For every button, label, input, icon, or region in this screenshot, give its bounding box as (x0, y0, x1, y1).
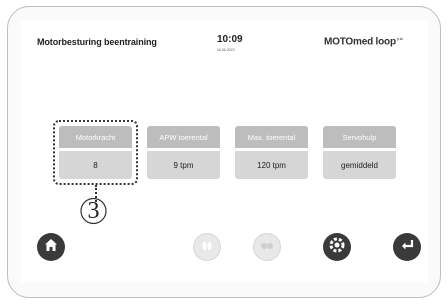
feet-button[interactable] (193, 233, 221, 261)
callout-highlight (53, 120, 138, 185)
clock-date: 16.06.2023 (217, 48, 235, 52)
brand-name: MOTOmed loop (324, 36, 396, 48)
callout-number-text: 3 (87, 198, 100, 224)
home-button[interactable] (37, 233, 65, 261)
tile-value: 120 tpm (235, 151, 308, 179)
tile-label: Max. toerental (235, 126, 308, 148)
settings-button[interactable] (323, 233, 351, 261)
brand-logo: MOTOmed loopp.la (324, 36, 403, 47)
hands-button[interactable] (253, 233, 281, 261)
page-title: Motorbesturing beentraining (37, 37, 157, 47)
clock-time: 10:09 (217, 34, 243, 45)
callout-number: 3 (76, 197, 111, 225)
brand-suffix: p.la (396, 36, 403, 41)
settings-gear-icon (328, 236, 346, 259)
hands-icon (259, 237, 275, 258)
tile-max-toerental[interactable]: Max. toerental 120 tpm (235, 126, 308, 181)
feet-icon (199, 237, 215, 258)
tile-value: 9 tpm (147, 151, 220, 179)
home-icon (43, 237, 59, 258)
tile-servohulp[interactable]: Servohulp gemiddeld (323, 126, 396, 181)
tile-label: Servohulp (323, 126, 396, 148)
tile-label: APW toerental (147, 126, 220, 148)
back-button[interactable] (393, 233, 421, 261)
tile-apw-toerental[interactable]: APW toerental 9 tpm (147, 126, 220, 181)
tile-value: gemiddeld (323, 151, 396, 179)
back-arrow-icon (399, 237, 415, 258)
